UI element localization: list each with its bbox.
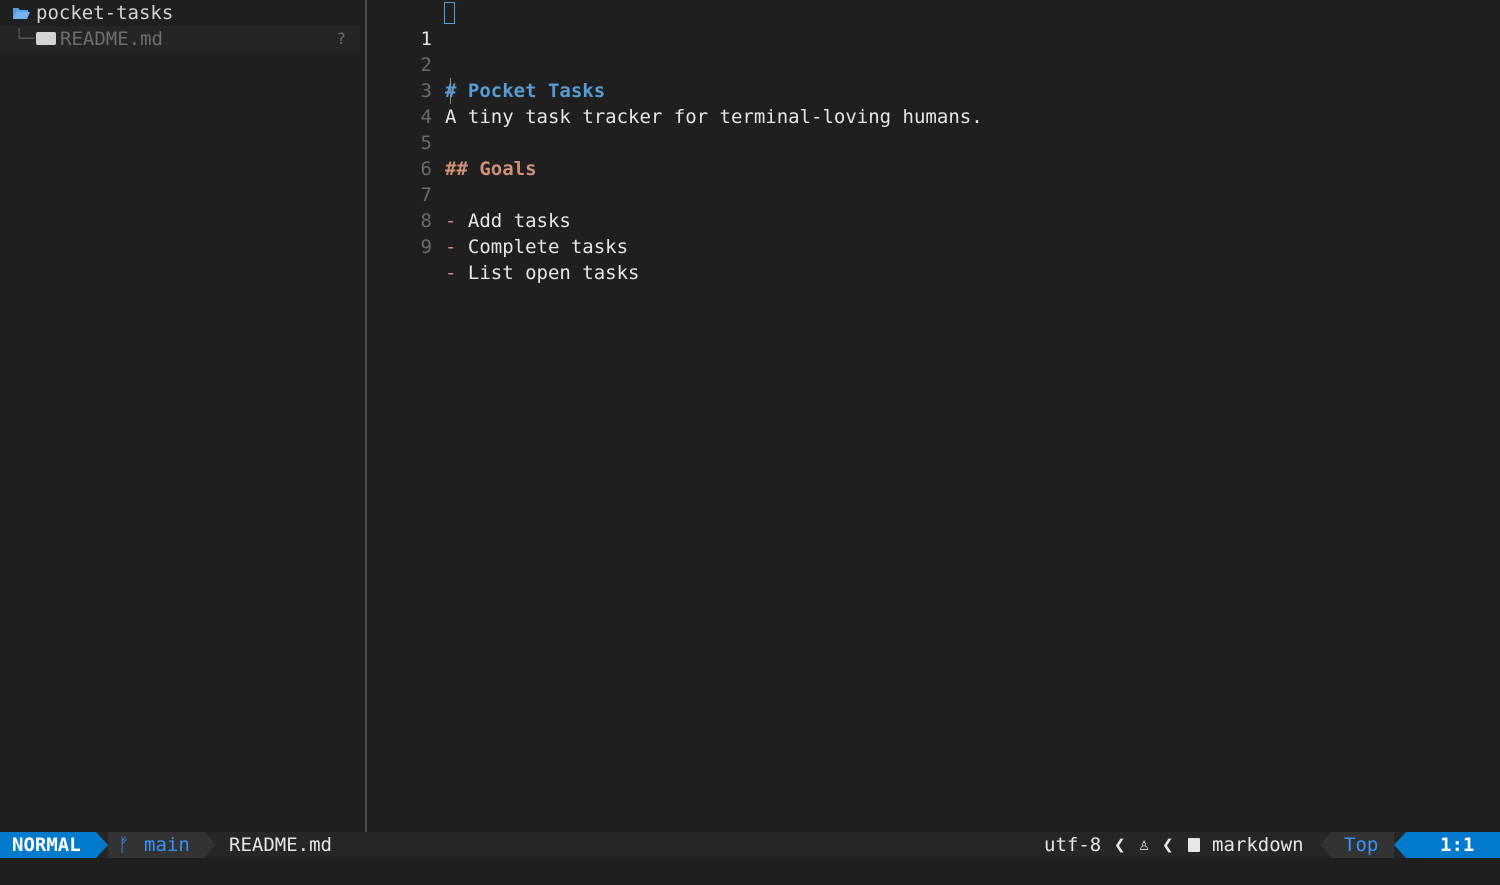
file-encoding: utf-8 bbox=[1044, 834, 1102, 856]
editor-line[interactable]: 8 - Complete tasks bbox=[367, 182, 1500, 258]
editor-window: pocket-tasks └─ README.md ? 1 # Pocket T… bbox=[0, 0, 1500, 885]
list-item-text: - Complete tasks bbox=[445, 236, 629, 258]
bullet-marker: - bbox=[445, 262, 457, 284]
editor-line[interactable]: 4 bbox=[367, 78, 1500, 128]
tree-root-folder[interactable]: pocket-tasks bbox=[0, 0, 365, 26]
chevron-left-icon: ❮ bbox=[1162, 834, 1174, 856]
editor-line[interactable]: 2 bbox=[367, 26, 1500, 104]
cursor-position: 1:1 bbox=[1440, 834, 1475, 856]
filetype-label: markdown bbox=[1212, 834, 1304, 856]
markdown-icon bbox=[36, 32, 145, 76]
file-tree: pocket-tasks └─ README.md ? bbox=[0, 0, 365, 832]
tree-branch-line: └─ bbox=[14, 29, 35, 49]
list-item-text: - List open tasks bbox=[445, 262, 640, 284]
status-filename: README.md bbox=[229, 834, 332, 856]
powerline-arrow bbox=[1394, 832, 1406, 858]
cursor bbox=[444, 2, 455, 24]
bullet-marker: - bbox=[445, 236, 457, 258]
tree-root-label: pocket-tasks bbox=[36, 2, 174, 24]
mode-indicator: NORMAL bbox=[0, 832, 96, 858]
tree-item-readme[interactable]: └─ README.md ? bbox=[0, 26, 360, 76]
powerline-arrow bbox=[204, 832, 216, 858]
editor-line[interactable]: 9 - List open tasks bbox=[367, 208, 1500, 284]
git-branch-icon: ᚠ bbox=[118, 834, 130, 856]
tree-item-label: README.md bbox=[60, 28, 163, 50]
editor-line[interactable]: 5 ## Goals bbox=[367, 104, 1500, 180]
folder-open-icon bbox=[13, 8, 30, 19]
linux-icon: ♙ bbox=[1139, 835, 1150, 855]
powerline-arrow bbox=[96, 832, 108, 858]
command-line[interactable] bbox=[0, 858, 1500, 885]
editor-line[interactable]: 7 - Add tasks bbox=[367, 156, 1500, 232]
scroll-position: Top bbox=[1344, 834, 1379, 856]
powerline-arrow bbox=[1320, 832, 1332, 858]
editor-line[interactable]: 1 # Pocket Tasks bbox=[367, 0, 1500, 102]
chevron-left-icon: ❮ bbox=[1114, 834, 1126, 856]
status-line: NORMAL ᚠ main README.md utf-8 ❮ ♙ ❮ mark… bbox=[0, 832, 1500, 858]
file-icon bbox=[1188, 838, 1200, 852]
editor-buffer[interactable]: 1 # Pocket Tasks 2 3 A tiny task tracker… bbox=[367, 0, 1500, 832]
editor-line[interactable]: 3 A tiny task tracker for terminal-lovin… bbox=[367, 52, 1500, 128]
editor-line[interactable]: 6 bbox=[367, 130, 1500, 180]
git-status-badge: ? bbox=[336, 29, 346, 48]
line-number: 9 bbox=[420, 236, 432, 258]
git-branch-name: main bbox=[144, 834, 190, 856]
